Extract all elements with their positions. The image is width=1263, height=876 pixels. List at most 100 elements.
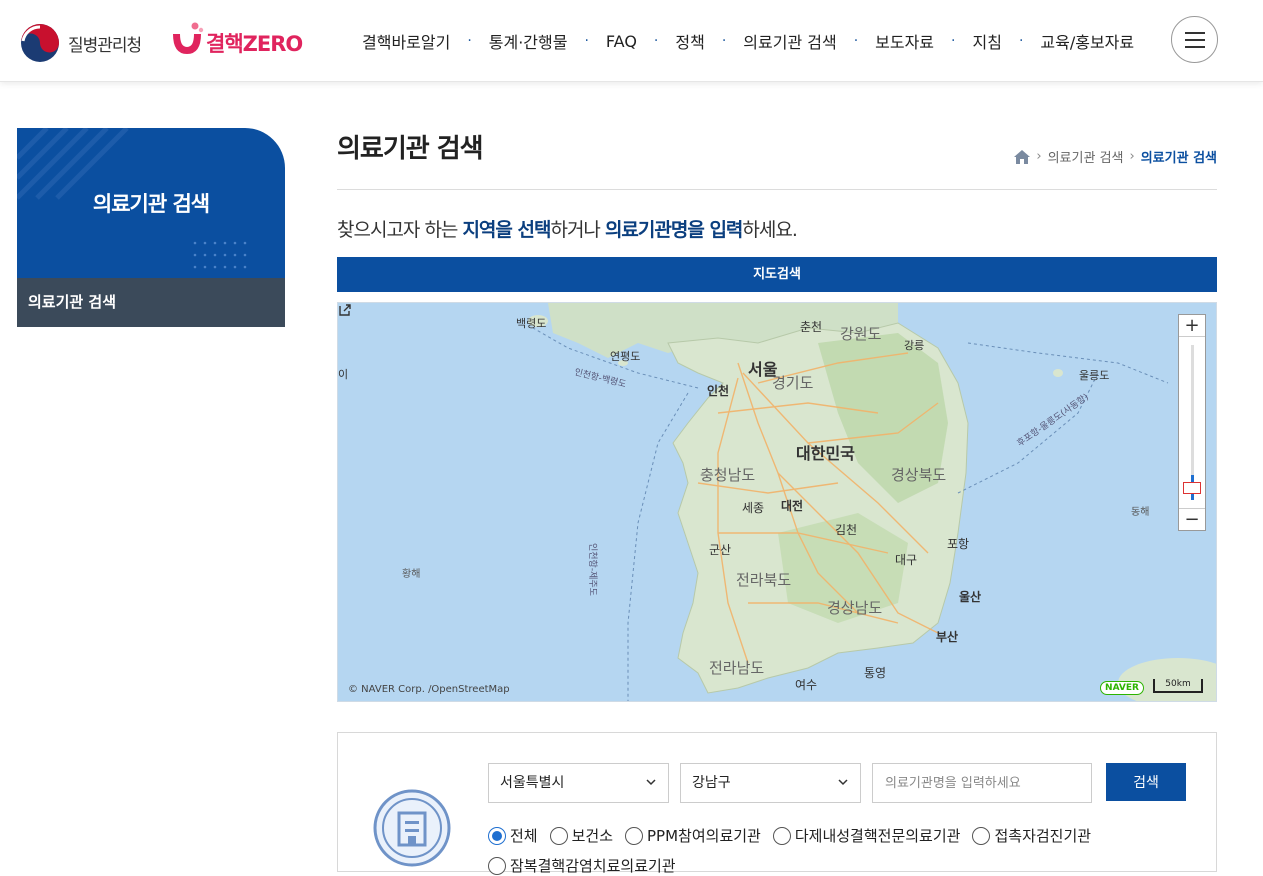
map-label: 동해 bbox=[1131, 507, 1150, 518]
radio-label: 접촉자검진기관 bbox=[994, 827, 1092, 845]
map-label: 춘천 bbox=[800, 320, 823, 334]
hamburger-icon bbox=[1184, 31, 1205, 48]
map-label: 경상남도 bbox=[827, 599, 883, 617]
external-link-icon[interactable] bbox=[338, 303, 352, 317]
breadcrumb-item[interactable]: 의료기관 검색 bbox=[1048, 147, 1124, 166]
map-label: 대구 bbox=[895, 553, 918, 567]
map-label: 대전 bbox=[781, 499, 804, 513]
radio-health-center[interactable]: 보건소 bbox=[549, 825, 614, 846]
nav-separator: · bbox=[653, 33, 659, 49]
map-label: 김천 bbox=[835, 523, 858, 537]
radio-unchecked-icon bbox=[772, 826, 791, 845]
radio-label: PPM참여의료기관 bbox=[647, 827, 761, 845]
nav-guidelines[interactable]: 지침 bbox=[972, 29, 1001, 53]
instruction-highlight: 의료기관명을 입력 bbox=[604, 219, 743, 241]
sidebar-item-hospital-search[interactable]: 의료기관 검색 bbox=[17, 278, 285, 327]
sidebar-title-box: 의료기관 검색 bbox=[17, 128, 285, 278]
radio-all[interactable]: 전체 bbox=[488, 825, 538, 846]
map-label: 전라남도 bbox=[709, 659, 765, 677]
breadcrumb: › 의료기관 검색 › 의료기관 검색 bbox=[1014, 147, 1217, 166]
map-label: 강릉 bbox=[904, 339, 925, 352]
map-label: 연평도 bbox=[610, 350, 641, 363]
instruction-text: 하거나 bbox=[550, 219, 605, 241]
zoom-control: + − bbox=[1178, 314, 1206, 531]
zoom-in-button[interactable]: + bbox=[1179, 315, 1205, 337]
all-menu-button[interactable] bbox=[1171, 16, 1218, 63]
title-divider bbox=[337, 189, 1217, 190]
search-panel: 서울특별시 강남구 검색 전체 보건소 PPM참여의료기관 다제내성결핵전문의료… bbox=[337, 732, 1217, 875]
map-label: 전라북도 bbox=[736, 571, 792, 589]
instruction-highlight: 지역을 선택 bbox=[462, 219, 551, 241]
search-instruction: 찾으시고자 하는 지역을 선택하거나 의료기관명을 입력하세요. bbox=[337, 215, 798, 242]
nav-press[interactable]: 보도자료 bbox=[875, 29, 934, 53]
site-header: 질병관리청 결핵ZERO 결핵바로알기 · 통계·간행물 · FAQ · 정책 … bbox=[0, 0, 1263, 82]
radio-label: 보건소 bbox=[571, 827, 614, 845]
zoom-out-button[interactable]: − bbox=[1179, 508, 1205, 530]
tb-zero-logo[interactable]: 결핵ZERO bbox=[170, 18, 303, 58]
nav-hospital-search[interactable]: 의료기관 검색 bbox=[743, 29, 836, 53]
map-label: 여수 bbox=[795, 678, 818, 692]
nav-separator: · bbox=[467, 33, 472, 49]
map-label: 이 bbox=[338, 368, 349, 381]
naver-badge: NAVER bbox=[1100, 681, 1144, 695]
radio-ppm[interactable]: PPM참여의료기관 bbox=[625, 825, 761, 846]
map-search-bar: 지도검색 bbox=[337, 257, 1217, 292]
map-label: 인천 bbox=[707, 384, 730, 398]
map-label: 인천항-제주도 bbox=[587, 543, 597, 596]
radio-label: 잠복결핵감염치료의료기관 bbox=[510, 857, 676, 875]
map-label: 포항 bbox=[947, 537, 970, 551]
map-attribution: © NAVER Corp. /OpenStreetMap bbox=[348, 684, 510, 695]
map-label: 울릉도 bbox=[1079, 369, 1110, 382]
region-select-value: 서울특별시 bbox=[500, 775, 565, 791]
home-icon[interactable] bbox=[1014, 149, 1031, 164]
search-button[interactable]: 검색 bbox=[1106, 763, 1186, 801]
map-label: 충청남도 bbox=[700, 466, 756, 484]
nav-separator: · bbox=[951, 33, 956, 49]
hospital-building-icon bbox=[373, 789, 451, 867]
zoom-slider-handle[interactable] bbox=[1183, 482, 1201, 494]
kdca-logo[interactable]: 질병관리청 bbox=[20, 23, 142, 63]
breadcrumb-current: 의료기관 검색 bbox=[1140, 151, 1217, 166]
district-select[interactable]: 강남구 bbox=[680, 763, 861, 803]
page-title: 의료기관 검색 bbox=[337, 134, 484, 164]
nav-faq[interactable]: FAQ bbox=[606, 32, 637, 51]
nav-policy[interactable]: 정책 bbox=[675, 29, 704, 53]
hospital-name-input[interactable] bbox=[872, 763, 1092, 803]
nav-statistics[interactable]: 통계·간행물 bbox=[489, 29, 568, 53]
korea-map-graphic bbox=[338, 303, 1216, 701]
institution-type-radios: 전체 보건소 PPM참여의료기관 다제내성결핵전문의료기관 접촉자검진기관 bbox=[488, 825, 1103, 846]
radio-unchecked-icon bbox=[972, 826, 991, 845]
sidebar-title: 의료기관 검색 bbox=[92, 192, 210, 216]
nav-separator: · bbox=[853, 33, 859, 49]
map-label: 부산 bbox=[936, 630, 959, 644]
chevron-right-icon: › bbox=[1129, 149, 1135, 164]
map-scale: 50km bbox=[1153, 679, 1203, 693]
campaign-name: 결핵ZERO bbox=[206, 32, 303, 56]
chevron-down-icon bbox=[838, 779, 848, 786]
radio-label: 전체 bbox=[510, 827, 538, 845]
radio-checked-icon bbox=[488, 826, 506, 845]
instruction-text: 하세요. bbox=[742, 219, 797, 241]
main-nav: 결핵바로알기 · 통계·간행물 · FAQ · 정책 · 의료기관 검색 · 보… bbox=[362, 28, 1134, 54]
radio-mdr-tb[interactable]: 다제내성결핵전문의료기관 bbox=[772, 825, 961, 846]
radio-unchecked-icon bbox=[625, 826, 644, 845]
radio-unchecked-icon bbox=[549, 826, 568, 845]
nav-separator: · bbox=[1018, 33, 1024, 49]
org-name: 질병관리청 bbox=[68, 35, 142, 56]
map-label: 통영 bbox=[864, 666, 887, 680]
radio-label: 다제내성결핵전문의료기관 bbox=[794, 827, 961, 845]
region-select[interactable]: 서울특별시 bbox=[488, 763, 669, 803]
radio-latent-tb[interactable]: 잠복결핵감염치료의료기관 bbox=[488, 855, 688, 876]
nav-separator: · bbox=[721, 33, 727, 49]
map-label: 강원도 bbox=[840, 325, 882, 343]
region-map[interactable]: 백령도 춘천 강원도 강릉 연평도 서울 경기도 울릉도 인천항-백령도 인천 … bbox=[337, 302, 1217, 702]
nav-education[interactable]: 교육/홍보자료 bbox=[1040, 29, 1134, 53]
radio-contact-screening[interactable]: 접촉자검진기관 bbox=[972, 825, 1091, 846]
taegeuk-emblem-icon bbox=[21, 24, 59, 62]
district-select-value: 강남구 bbox=[692, 775, 731, 791]
map-label: 대한민국 bbox=[796, 444, 855, 463]
nav-separator: · bbox=[584, 33, 589, 49]
nav-tb-basics[interactable]: 결핵바로알기 bbox=[362, 29, 450, 53]
instruction-text: 찾으시고자 하는 bbox=[337, 219, 463, 241]
chevron-right-icon: › bbox=[1036, 149, 1042, 164]
